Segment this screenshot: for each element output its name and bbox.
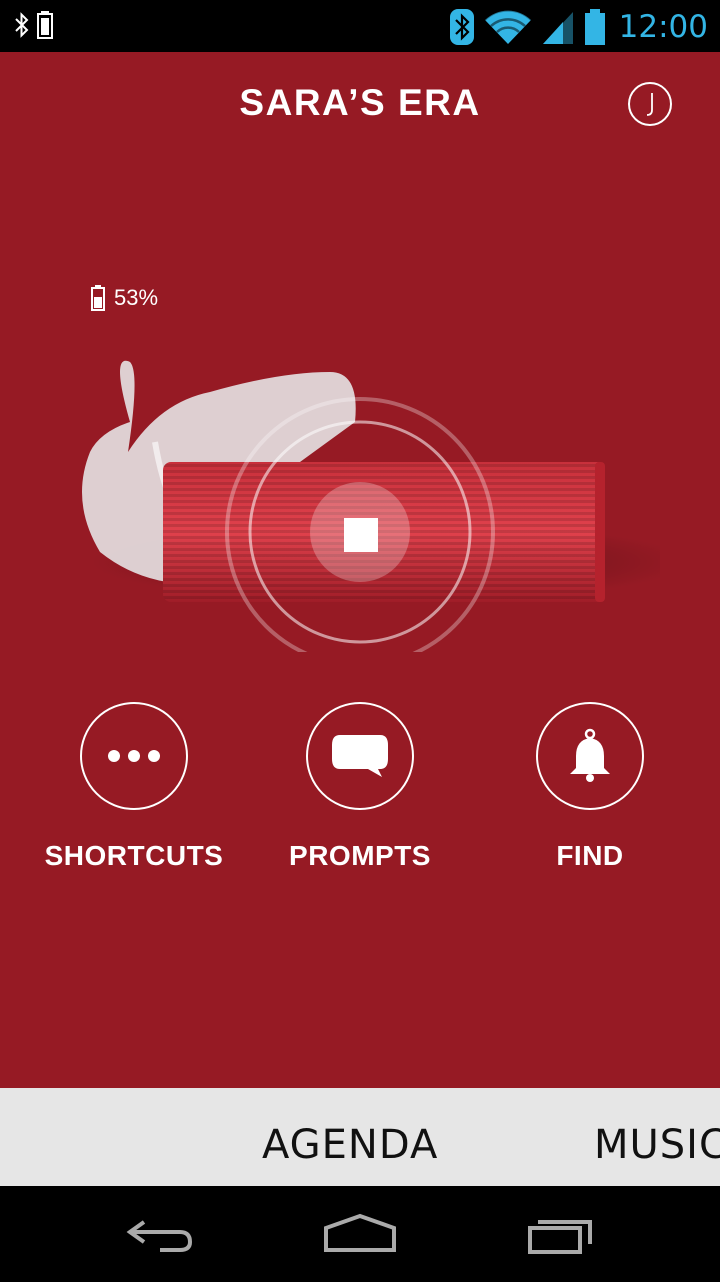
wifi-icon [483, 9, 532, 44]
stop-icon [344, 518, 378, 552]
shortcuts-action[interactable]: SHORTCUTS [34, 702, 234, 872]
system-nav-bar [0, 1186, 720, 1282]
find-button[interactable] [536, 702, 644, 810]
home-icon[interactable] [322, 1210, 398, 1258]
find-label: FIND [556, 840, 624, 871]
bluetooth-icon [449, 9, 474, 45]
cell-signal-icon [542, 12, 573, 44]
back-icon[interactable] [124, 1210, 196, 1258]
recents-icon[interactable] [526, 1210, 598, 1258]
prompts-button[interactable] [306, 702, 414, 810]
shortcuts-button[interactable] [80, 702, 188, 810]
prompts-action[interactable]: PROMPTS [260, 702, 460, 872]
page-title: SARA’S ERA [239, 82, 481, 123]
battery-icon [584, 9, 605, 45]
jabra-logo[interactable] [628, 82, 672, 126]
main-panel: SARA’S ERA 53% SHORTCUTS PROMPTS FIND [0, 52, 720, 1088]
tab-agenda[interactable]: AGENDA [262, 1122, 438, 1168]
bluetooth-icon [15, 12, 29, 38]
tab-bar: AGENDA MUSIC [0, 1088, 720, 1186]
shortcuts-label: SHORTCUTS [44, 840, 224, 871]
speech-bubble-icon [332, 735, 388, 777]
battery-icon [91, 285, 105, 311]
tab-music[interactable]: MUSIC [594, 1122, 720, 1168]
prompts-label: PROMPTS [289, 840, 431, 871]
status-time: 12:00 [618, 9, 708, 45]
status-bar: 12:00 [0, 0, 720, 52]
find-action[interactable]: FIND [490, 702, 690, 872]
battery-percent: 53% [114, 285, 159, 310]
jabra-j-icon [646, 93, 653, 116]
headset-illustration [82, 360, 660, 652]
phone-battery-icon [37, 11, 53, 39]
bell-icon [570, 728, 610, 782]
more-dots-icon [108, 750, 160, 762]
headset-battery: 53% [90, 284, 158, 312]
